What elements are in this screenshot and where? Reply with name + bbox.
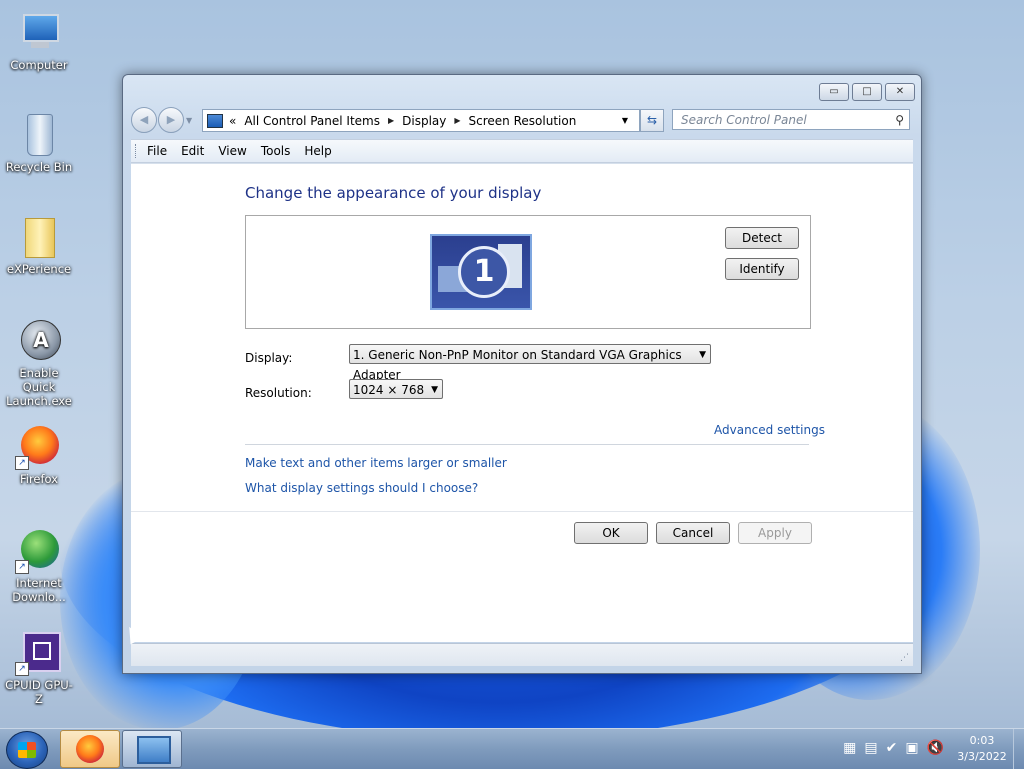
advanced-settings-link[interactable]: Advanced settings xyxy=(714,423,825,437)
monitor-number: 1 xyxy=(458,246,510,298)
clock-time: 0:03 xyxy=(969,734,995,747)
menu-help[interactable]: Help xyxy=(304,144,331,158)
menu-grip xyxy=(135,144,139,158)
apply-button[interactable]: Apply xyxy=(738,522,812,544)
search-placeholder: Search Control Panel xyxy=(681,113,807,127)
document-icon[interactable]: ▤ xyxy=(864,740,877,756)
desktop-icon-label: Internet Downlo... xyxy=(12,576,66,604)
firefox-icon xyxy=(76,735,104,763)
divider xyxy=(245,444,809,445)
monitor-preview-box: 1 Detect Identify xyxy=(245,215,811,329)
text-size-link[interactable]: Make text and other items larger or smal… xyxy=(245,456,507,470)
desktop-icon-internet-download-manager[interactable]: ↗ Internet Downlo... xyxy=(2,528,76,604)
forward-button[interactable]: ▶ xyxy=(158,107,184,133)
display-settings-help-link[interactable]: What display settings should I choose? xyxy=(245,481,478,495)
desktop-icon-label: Firefox xyxy=(19,472,59,486)
recent-pages-dropdown[interactable]: ▼ xyxy=(186,116,192,125)
chevron-down-icon: ▼ xyxy=(431,385,438,395)
windows-logo-icon xyxy=(18,742,36,758)
clock-date: 3/3/2022 xyxy=(957,750,1007,763)
display-select-value: 1. Generic Non-PnP Monitor on Standard V… xyxy=(353,348,682,382)
shortcut-arrow-icon: ↗ xyxy=(15,662,29,676)
resolution-select-value: 1024 × 768 xyxy=(353,383,425,397)
detect-button[interactable]: Detect xyxy=(725,227,799,249)
network-icon[interactable]: ▦ xyxy=(843,740,856,756)
gpu-z-icon: ↗ xyxy=(15,630,61,676)
back-button[interactable]: ◀ xyxy=(131,107,157,133)
control-panel-icon xyxy=(207,113,223,128)
clock[interactable]: 0:03 3/3/2022 xyxy=(952,733,1012,765)
monitor-1-thumbnail[interactable]: 1 xyxy=(430,234,532,310)
computer-icon xyxy=(17,10,61,54)
shortcut-arrow-icon: ↗ xyxy=(15,456,29,470)
close-button[interactable]: ✕ xyxy=(885,83,915,101)
identify-button[interactable]: Identify xyxy=(725,258,799,280)
desktop-icon-gpu-z[interactable]: ↗ CPUID GPU-Z xyxy=(2,630,76,706)
breadcrumb-separator-icon[interactable]: ▶ xyxy=(388,116,394,125)
network-status-icon[interactable]: ▣ xyxy=(905,740,918,756)
content-pane: Change the appearance of your display 1 … xyxy=(131,163,913,642)
control-panel-icon xyxy=(137,736,171,764)
menu-file[interactable]: File xyxy=(147,144,167,158)
app-icon: A xyxy=(17,318,61,362)
taskbar: ▦ ▤ ✔ ▣ 🔇 0:03 3/3/2022 xyxy=(0,728,1024,769)
breadcrumb-all-control-panel-items[interactable]: All Control Panel Items xyxy=(244,114,380,128)
caption-buttons: ▭ □ ✕ xyxy=(819,83,915,101)
desktop-icon-enable-quick-launch[interactable]: A Enable Quick Launch.exe xyxy=(2,318,76,408)
address-dropdown-icon[interactable]: ▼ xyxy=(622,116,628,125)
navigation-buttons: ◀ ▶ ▼ xyxy=(131,107,192,133)
menu-tools[interactable]: Tools xyxy=(261,144,291,158)
cancel-button[interactable]: Cancel xyxy=(656,522,730,544)
folder-icon xyxy=(17,214,61,258)
system-tray: ▦ ▤ ✔ ▣ 🔇 xyxy=(843,740,944,756)
desktop-icon-experience[interactable]: eXPerience xyxy=(2,214,76,276)
menu-bar: File Edit View Tools Help xyxy=(131,139,913,163)
firefox-icon: ↗ xyxy=(15,424,61,470)
shortcut-arrow-icon: ↗ xyxy=(15,560,29,574)
resolution-label: Resolution: xyxy=(245,386,312,400)
taskbar-firefox[interactable] xyxy=(60,730,120,768)
resolution-select[interactable]: 1024 × 768 ▼ xyxy=(349,379,443,399)
breadcrumb-separator-icon[interactable]: ▶ xyxy=(454,116,460,125)
breadcrumb-screen-resolution[interactable]: Screen Resolution xyxy=(469,114,577,128)
desktop-icon-label: Enable Quick Launch.exe xyxy=(6,366,72,408)
volume-muted-icon[interactable]: 🔇 xyxy=(927,740,944,756)
desktop-icon-label: Recycle Bin xyxy=(5,160,73,174)
chevron-down-icon: ▼ xyxy=(699,350,706,360)
display-select[interactable]: 1. Generic Non-PnP Monitor on Standard V… xyxy=(349,344,711,382)
desktop-icon-label: Computer xyxy=(10,58,68,72)
desktop-icon-label: CPUID GPU-Z xyxy=(5,678,73,706)
refresh-button[interactable]: ⇆ xyxy=(640,109,664,132)
resize-grip-icon[interactable]: ⋰ xyxy=(900,653,909,663)
minimize-button[interactable]: ▭ xyxy=(819,83,849,101)
maximize-button[interactable]: □ xyxy=(852,83,882,101)
search-icon[interactable]: ⚲ xyxy=(895,110,904,131)
breadcrumb-display[interactable]: Display xyxy=(402,114,446,128)
start-button[interactable] xyxy=(6,731,48,769)
address-bar[interactable]: « All Control Panel Items ▶ Display ▶ Sc… xyxy=(202,109,640,132)
desktop-icon-firefox[interactable]: ↗ Firefox xyxy=(2,424,76,486)
taskbar-control-panel[interactable] xyxy=(122,730,182,768)
status-bar: ⋰ xyxy=(131,643,913,666)
desktop-icon-label: eXPerience xyxy=(6,262,72,276)
security-check-icon[interactable]: ✔ xyxy=(886,740,898,756)
display-label: Display: xyxy=(245,351,293,365)
address-overflow[interactable]: « xyxy=(229,114,236,128)
divider xyxy=(131,511,913,512)
desktop-icon-recycle-bin[interactable]: Recycle Bin xyxy=(2,112,76,174)
menu-view[interactable]: View xyxy=(218,144,246,158)
ok-button[interactable]: OK xyxy=(574,522,648,544)
page-title: Change the appearance of your display xyxy=(245,184,542,202)
search-input[interactable]: Search Control Panel ⚲ xyxy=(672,109,910,130)
download-manager-icon: ↗ xyxy=(15,528,61,574)
desktop-icon-computer[interactable]: Computer xyxy=(2,10,76,72)
show-desktop-button[interactable] xyxy=(1013,729,1024,769)
screen-resolution-window: ▭ □ ✕ ◀ ▶ ▼ « All Control Panel Items ▶ … xyxy=(122,74,922,674)
menu-edit[interactable]: Edit xyxy=(181,144,204,158)
recycle-bin-icon xyxy=(17,112,61,156)
